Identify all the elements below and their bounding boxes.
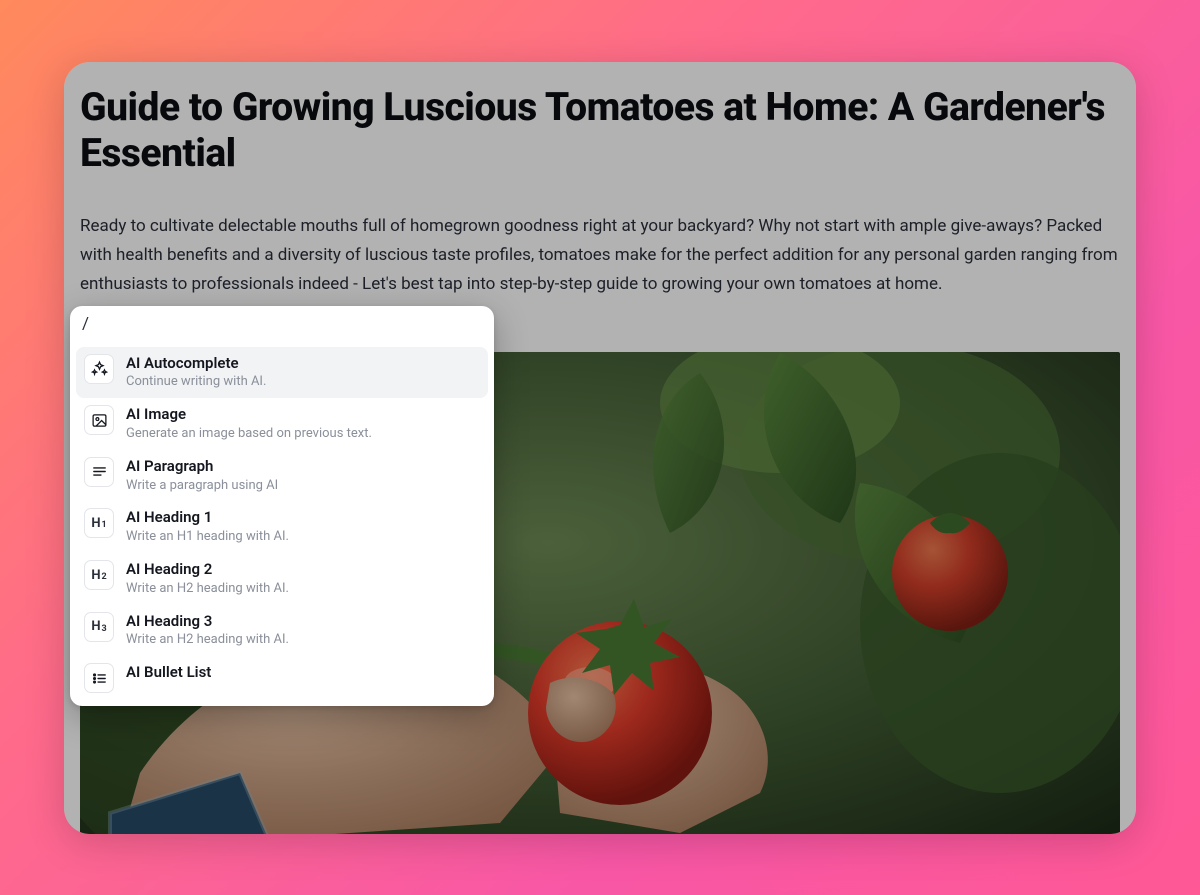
menu-item-desc: Continue writing with AI. xyxy=(126,374,266,391)
slash-menu-list: AI AutocompleteContinue writing with AI.… xyxy=(70,341,494,706)
menu-item-ai-paragraph[interactable]: AI Paragraph Write a paragraph using AI xyxy=(76,450,488,502)
bullets-icon xyxy=(84,663,114,693)
H1-icon: H1 xyxy=(84,508,114,538)
menu-item-title: AI Bullet List xyxy=(126,663,211,682)
menu-item-title: AI Heading 2 xyxy=(126,560,289,579)
menu-item-ai-heading-3[interactable]: H3 AI Heading 3Write an H2 heading with A… xyxy=(76,605,488,657)
menu-item-ai-bullet-list[interactable]: AI Bullet List xyxy=(76,656,488,700)
H3-icon: H3 xyxy=(84,612,114,642)
menu-item-desc: Write an H2 heading with AI. xyxy=(126,581,289,598)
menu-item-desc: Write an H1 heading with AI. xyxy=(126,529,289,546)
editor-card: Guide to Growing Luscious Tomatoes at Ho… xyxy=(64,62,1136,834)
menu-item-ai-heading-1[interactable]: H1 AI Heading 1 Write an H1 heading with A… xyxy=(76,501,488,553)
sparkles-icon xyxy=(84,354,114,384)
slash-command-menu: / AI AutocompleteContinue writing with A… xyxy=(70,306,494,706)
menu-item-desc: Write a paragraph using AI xyxy=(126,478,278,495)
slash-input[interactable]: / xyxy=(70,306,494,341)
paragraph-icon xyxy=(84,457,114,487)
menu-item-ai-autocomplete[interactable]: AI AutocompleteContinue writing with AI. xyxy=(76,347,488,399)
H2-icon: H2 xyxy=(84,560,114,590)
image-icon xyxy=(84,405,114,435)
menu-item-title: AI Heading 3 xyxy=(126,612,289,631)
menu-item-title: AI Autocomplete xyxy=(126,354,266,373)
menu-item-title: AI Image xyxy=(126,405,372,424)
menu-item-title: AI Paragraph xyxy=(126,457,278,476)
menu-item-title: AI Heading 1 xyxy=(126,508,289,527)
menu-item-desc: Write an H2 heading with AI. xyxy=(126,632,289,649)
menu-item-ai-heading-2[interactable]: H2 AI Heading 2 Write an H2 heading with A… xyxy=(76,553,488,605)
menu-item-desc: Generate an image based on previous text… xyxy=(126,426,372,443)
menu-item-ai-image[interactable]: AI Image Generate an image based on previ… xyxy=(76,398,488,450)
